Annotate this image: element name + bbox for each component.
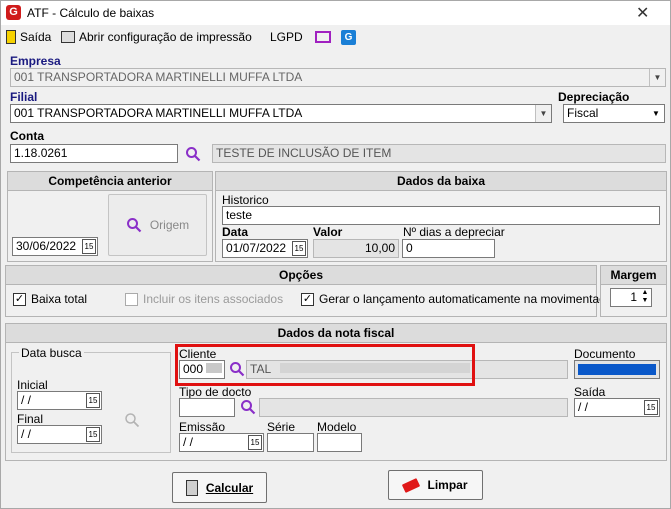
calcular-label: Calcular xyxy=(205,480,254,495)
g-logo-icon: G xyxy=(341,29,356,45)
conta-descricao: TESTE DE INCLUSÃO DE ITEM xyxy=(212,144,666,163)
baixa-total-checkbox[interactable]: ✓ xyxy=(13,293,26,306)
opcoes-title: Opções xyxy=(6,266,596,285)
competencia-date-input[interactable]: 30/06/2022 15 xyxy=(12,237,98,256)
saida-date-value: / / xyxy=(578,400,589,414)
monitor-icon xyxy=(314,31,331,43)
calculator-icon xyxy=(185,479,198,496)
documento-field xyxy=(574,360,660,379)
search-icon xyxy=(126,217,142,233)
depreciacao-select[interactable]: Fiscal ▼ xyxy=(563,104,665,123)
filial-value: 001 TRANSPORTADORA MARTINELLI MUFFA LTDA xyxy=(14,106,303,120)
lgpd-button[interactable]: LGPD xyxy=(270,28,331,46)
baixa-total-label: Baixa total xyxy=(31,292,88,306)
app-logo-icon: G xyxy=(6,5,21,20)
depreciacao-label: Depreciação xyxy=(558,90,630,104)
emissao-date-input[interactable]: / / 15 xyxy=(179,433,264,452)
dias-input[interactable]: 0 xyxy=(402,239,495,258)
modelo-input[interactable] xyxy=(317,433,362,452)
limpar-label: Limpar xyxy=(427,478,468,492)
incluir-itens-label: Incluir os itens associados xyxy=(143,292,284,306)
inicial-label: Inicial xyxy=(17,378,48,392)
data-busca-label: Data busca xyxy=(19,346,84,360)
calcular-button[interactable]: Calcular xyxy=(172,472,267,503)
chevron-down-icon: ▼ xyxy=(535,105,551,122)
valor-field: 10,00 xyxy=(313,239,399,258)
documento-selected-bar xyxy=(578,364,656,375)
search-icon[interactable] xyxy=(185,146,201,162)
saida-date-input[interactable]: / / 15 xyxy=(574,398,660,417)
chevron-down-icon: ▼ xyxy=(648,105,664,122)
margem-spinner[interactable]: 1 ▲ ▼ xyxy=(610,288,652,307)
origem-button[interactable]: Origem xyxy=(108,194,207,256)
eraser-icon xyxy=(402,477,421,493)
search-icon[interactable] xyxy=(124,412,140,428)
incluir-itens-checkbox[interactable] xyxy=(125,293,138,306)
gerar-lancamento-checkbox[interactable]: ✓ xyxy=(301,293,314,306)
serie-input[interactable] xyxy=(267,433,314,452)
calendar-icon[interactable]: 15 xyxy=(82,239,96,254)
lgpd-label: LGPD xyxy=(270,30,303,44)
exit-label: Saída xyxy=(20,30,52,44)
window-title: ATF - Cálculo de baixas xyxy=(27,6,155,20)
depreciacao-value: Fiscal xyxy=(567,106,599,120)
main-window: G ATF - Cálculo de baixas ✕ Saída Abrir … xyxy=(0,0,671,509)
printer-icon xyxy=(61,31,75,43)
limpar-button[interactable]: Limpar xyxy=(388,470,483,500)
inicial-date-value: / / xyxy=(21,393,32,407)
margem-title: Margem xyxy=(601,266,666,285)
data-label: Data xyxy=(222,225,249,239)
print-config-label: Abrir configuração de impressão xyxy=(79,30,252,44)
empresa-select[interactable]: 001 TRANSPORTADORA MARTINELLI MUFFA LTDA… xyxy=(10,68,666,87)
calendar-icon[interactable]: 15 xyxy=(86,427,100,442)
origem-label: Origem xyxy=(149,218,190,232)
historico-input[interactable]: teste xyxy=(222,206,660,225)
tipo-docto-label: Tipo de docto xyxy=(179,385,252,399)
final-date-input[interactable]: / / 15 xyxy=(17,425,102,444)
tipo-docto-descricao xyxy=(259,398,568,417)
valor-label: Valor xyxy=(313,225,343,239)
documento-label: Documento xyxy=(574,347,636,361)
calendar-icon[interactable]: 15 xyxy=(248,435,262,450)
emissao-date-value: / / xyxy=(183,435,194,449)
dias-label: Nº dias a depreciar xyxy=(403,225,505,239)
spinner-arrows-icon[interactable]: ▲ ▼ xyxy=(640,289,650,306)
serie-label: Série xyxy=(267,420,296,434)
gerar-lancamento-label: Gerar o lançamento automaticamente na mo… xyxy=(319,292,619,306)
modelo-label: Modelo xyxy=(317,420,357,434)
emissao-label: Emissão xyxy=(179,420,226,434)
empresa-label: Empresa xyxy=(10,54,61,68)
saida-date-label: Saída xyxy=(574,385,606,399)
nota-fiscal-title: Dados da nota fiscal xyxy=(6,324,666,343)
conta-input[interactable]: 1.18.0261 xyxy=(10,144,178,163)
historico-label: Historico xyxy=(222,193,269,207)
competencia-date-value: 30/06/2022 xyxy=(16,239,77,253)
chevron-down-icon: ▼ xyxy=(649,69,665,86)
tipo-docto-input[interactable] xyxy=(179,398,235,417)
filial-label: Filial xyxy=(10,90,38,104)
exit-button[interactable]: Saída xyxy=(6,28,51,46)
exit-icon xyxy=(6,30,16,44)
dados-baixa-title: Dados da baixa xyxy=(216,172,666,191)
opcoes-panel: Opções xyxy=(5,265,597,317)
inicial-date-input[interactable]: / / 15 xyxy=(17,391,102,410)
search-icon[interactable] xyxy=(240,399,256,415)
conta-label: Conta xyxy=(10,129,44,143)
title-bar: G ATF - Cálculo de baixas ✕ xyxy=(1,1,670,25)
data-baixa-input[interactable]: 01/07/2022 15 xyxy=(222,239,308,258)
data-baixa-value: 01/07/2022 xyxy=(226,241,287,255)
calendar-icon[interactable]: 15 xyxy=(644,400,658,415)
filial-select[interactable]: 001 TRANSPORTADORA MARTINELLI MUFFA LTDA… xyxy=(10,104,552,123)
competencia-title: Competência anterior xyxy=(8,172,212,191)
final-label: Final xyxy=(17,412,44,426)
close-icon[interactable]: ✕ xyxy=(636,3,649,23)
calendar-icon[interactable]: 15 xyxy=(86,393,100,408)
g-app-button[interactable]: G xyxy=(341,28,356,46)
final-date-value: / / xyxy=(21,427,32,441)
print-config-button[interactable]: Abrir configuração de impressão xyxy=(61,28,252,46)
calendar-icon[interactable]: 15 xyxy=(292,241,306,256)
empresa-value: 001 TRANSPORTADORA MARTINELLI MUFFA LTDA xyxy=(14,70,303,84)
margem-value: 1 xyxy=(630,290,637,304)
highlight-box xyxy=(175,344,475,386)
